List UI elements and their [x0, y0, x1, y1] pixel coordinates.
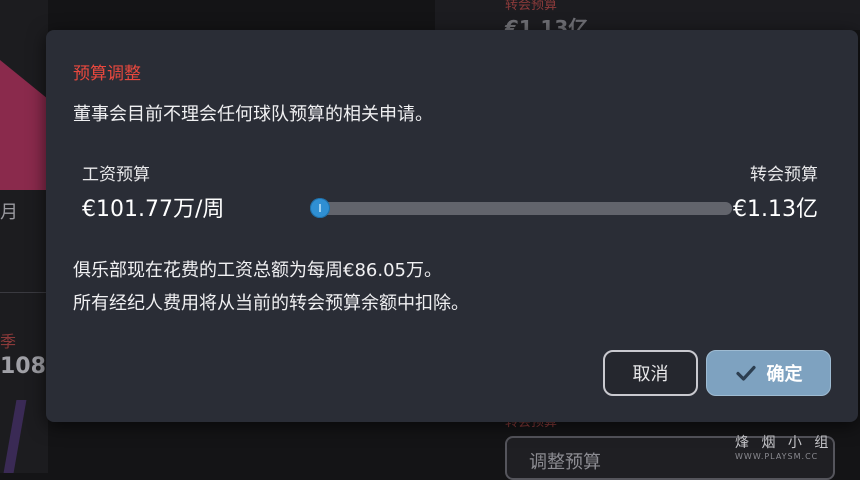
watermark-url: WWW.PLAYSM.CC [735, 452, 819, 461]
cancel-label: 取消 [632, 364, 669, 385]
background-divider [0, 292, 48, 293]
transfer-budget-value: €1.13亿 [733, 197, 818, 222]
cancel-button[interactable]: 取消 [603, 350, 698, 396]
budget-adjust-dialog: 预算调整 董事会目前不理会任何球队预算的相关申请。 工资预算 €101.77万/… [46, 30, 858, 422]
wage-budget-value: €101.77万/周 [82, 197, 225, 222]
background-month-label: 月 [0, 202, 18, 223]
dialog-title: 预算调整 [73, 64, 141, 84]
wage-spend-info: 俱乐部现在花费的工资总额为每周€86.05万。 [73, 260, 442, 281]
background-right-panel [435, 0, 860, 30]
check-icon [735, 365, 756, 381]
background-value: 108 [0, 354, 46, 379]
watermark: 烽 烟 小 组 WWW.PLAYSM.CC [735, 432, 832, 461]
budget-slider-handle[interactable] [310, 198, 330, 218]
confirm-button[interactable]: 确定 [706, 350, 831, 396]
agent-fee-info: 所有经纪人费用将从当前的转会预算余额中扣除。 [73, 293, 469, 314]
wage-budget-label: 工资预算 [82, 165, 150, 185]
background-season-label: 季 [0, 332, 17, 351]
transfer-budget-label: 转会预算 [750, 165, 818, 185]
watermark-title: 烽 烟 小 组 [735, 435, 833, 451]
confirm-label: 确定 [766, 364, 803, 385]
board-message: 董事会目前不理会任何球队预算的相关申请。 [73, 104, 433, 125]
budget-slider-track[interactable] [314, 202, 732, 215]
